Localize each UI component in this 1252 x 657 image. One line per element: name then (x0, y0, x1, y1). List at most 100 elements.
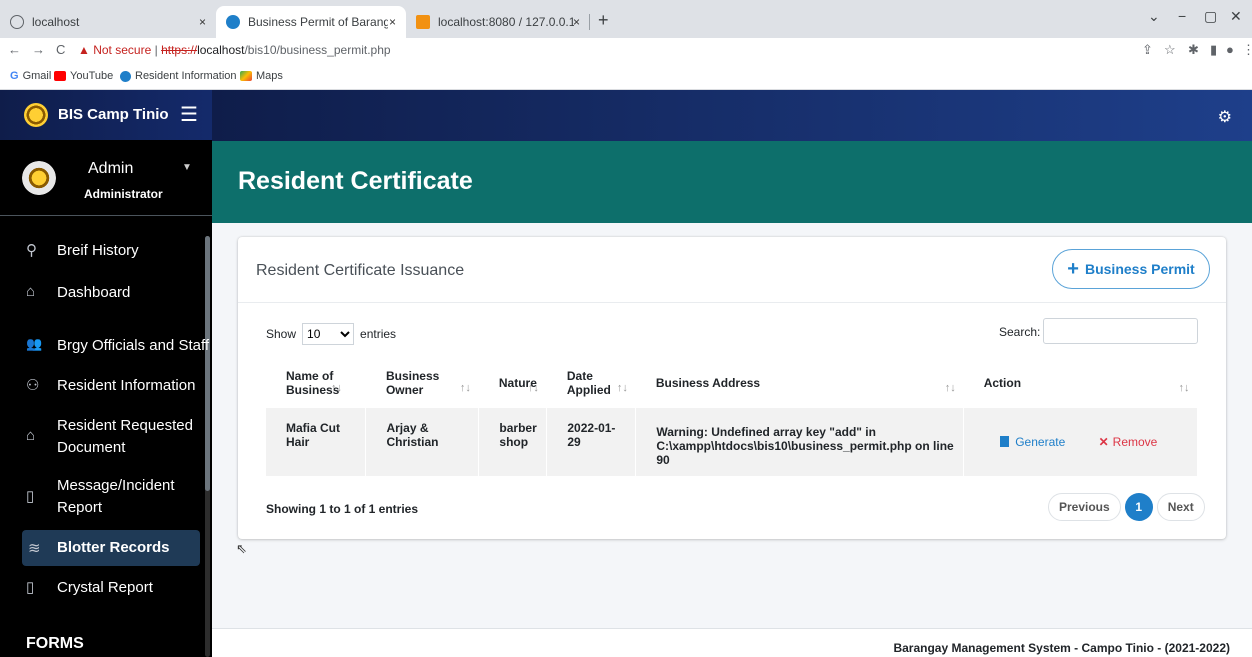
remove-button[interactable]: ✕ Remove (1099, 435, 1158, 449)
site-icon (226, 15, 240, 29)
pagination: Previous 1 Next (1048, 493, 1205, 521)
page-header: Resident Certificate (212, 141, 1252, 223)
file-icon (1000, 436, 1010, 447)
tab-title: Business Permit of Barangay Cam (248, 15, 388, 29)
youtube-icon (54, 71, 66, 81)
sort-icon: ↑↓ (527, 382, 539, 394)
file-icon: ▯ (26, 488, 35, 505)
sidebar-item-crystal-report[interactable]: ▯ Crystal Report (0, 577, 206, 601)
previous-page-button[interactable]: Previous (1048, 493, 1121, 521)
minimize-icon[interactable]: − (1178, 8, 1186, 24)
table-row: Mafia Cut Hair Arjay & Christian barber … (266, 408, 1198, 476)
barangay-logo-icon (24, 103, 48, 127)
bookmark-resident-information[interactable]: Resident Information (120, 70, 237, 82)
back-icon[interactable]: ← (8, 42, 21, 57)
user-role: Administrator (84, 187, 163, 201)
mouse-cursor-icon: ⇖ (236, 541, 247, 556)
next-page-button[interactable]: Next (1156, 493, 1205, 521)
sort-icon: ↑↓ (616, 382, 628, 394)
gear-icon[interactable]: ⚙ (1218, 107, 1232, 127)
user-panel[interactable]: Admin Administrator ▼ (0, 140, 212, 216)
bookmark-gmail[interactable]: G Gmail (10, 70, 51, 82)
close-icon[interactable]: × (573, 15, 580, 29)
site-icon (120, 70, 131, 82)
browser-tab-localhost[interactable]: localhost × (0, 6, 216, 38)
column-header-date[interactable]: Date Applied ↑↓ (547, 358, 636, 408)
home-icon: ⌂ (26, 427, 36, 444)
search-input[interactable] (1043, 318, 1198, 344)
column-header-nature[interactable]: Nature ↑↓ (479, 358, 547, 408)
column-header-address[interactable]: Business Address ↑↓ (636, 358, 964, 408)
forward-icon[interactable]: → (32, 42, 45, 57)
tab-title: localhost:8080 / 127.0.0.1 / web / (438, 15, 574, 29)
table-info: Showing 1 to 1 of 1 entries (266, 502, 419, 516)
url-field[interactable]: ▲ Not secure | https://localhost/bis10/b… (78, 43, 391, 57)
bookmark-maps[interactable]: Maps (240, 70, 283, 82)
chevron-down-icon[interactable]: ⌄ (1148, 8, 1160, 25)
brand[interactable]: BIS Camp Tinio ☰ (0, 90, 212, 140)
sidebar-item-message-incident-report[interactable]: ▯ Message/Incident Report (0, 475, 206, 519)
phpmyadmin-icon (416, 15, 430, 29)
business-permit-table: Name of Business ↑↓ Business Owner ↑↓ Natu… (266, 358, 1198, 476)
extensions-icon[interactable]: ✱ (1188, 42, 1199, 58)
users-icon: 👥 (26, 336, 43, 351)
browser-tab-phpmyadmin[interactable]: localhost:8080 / 127.0.0.1 / web / × (406, 6, 590, 38)
bookmark-youtube[interactable]: YouTube (54, 70, 113, 82)
sidebar-item-breif-history[interactable]: ⚲ Breif History (0, 240, 206, 264)
add-business-permit-button[interactable]: + Business Permit (1052, 249, 1210, 289)
sort-icon: ↑↓ (944, 382, 956, 394)
cell-action: Generate ✕ Remove (963, 408, 1198, 476)
sort-icon: ↑↓ (459, 382, 471, 394)
sidepanel-icon[interactable]: ▮ (1210, 42, 1217, 58)
search-label: Search: (999, 325, 1041, 339)
entries-select[interactable]: 10 (302, 323, 355, 345)
cell-name: Mafia Cut Hair (266, 408, 367, 476)
layers-icon: ≋ (28, 540, 41, 557)
cell-date: 2022-01-29 (546, 408, 637, 476)
address-bar: ← → C ▲ Not secure | https://localhost/b… (0, 38, 1252, 62)
brand-name: BIS Camp Tinio (58, 106, 169, 123)
column-header-name[interactable]: Name of Business ↑↓ (266, 358, 366, 408)
hamburger-menu-icon[interactable]: ☰ (180, 102, 198, 127)
sidebar-item-resident-requested-document[interactable]: ⌂ Resident Requested Document (0, 415, 206, 459)
reload-icon[interactable]: C (56, 42, 65, 57)
cell-address: Warning: Undefined array key "add" in C:… (635, 408, 965, 476)
sidebar-item-blotter-records[interactable]: ≋ Blotter Records (22, 530, 200, 566)
new-tab-button[interactable]: + (598, 10, 609, 31)
sort-icon: ↑↓ (1178, 382, 1190, 394)
maximize-icon[interactable]: ▢ (1204, 8, 1217, 25)
plus-icon: + (1067, 257, 1079, 280)
sidebar-item-brgy-officials[interactable]: 👥 Brgy Officials and Staff (0, 335, 209, 359)
profile-icon[interactable]: ● (1226, 42, 1234, 57)
footer: Barangay Management System - Campo Tinio… (212, 628, 1252, 657)
user-name: Admin (88, 160, 134, 177)
sidebar: BIS Camp Tinio ☰ Admin Administrator ▼ ⚲… (0, 90, 212, 657)
certificate-card: Resident Certificate Issuance + Business… (238, 237, 1226, 539)
generate-button[interactable]: Generate (1000, 435, 1065, 449)
cell-nature: barber shop (478, 408, 548, 476)
browser-tab-bar: localhost × Business Permit of Barangay … (0, 0, 1252, 38)
maps-icon (240, 71, 252, 81)
bookmarks-bar: G Gmail YouTube Resident Information Map… (0, 62, 1252, 90)
sidebar-item-dashboard[interactable]: ⌂ Dashboard (0, 282, 206, 306)
page-title: Resident Certificate (238, 167, 473, 195)
star-icon[interactable]: ☆ (1164, 42, 1176, 58)
close-icon[interactable]: × (389, 15, 396, 29)
user-search-icon: ⚇ (26, 377, 40, 394)
caret-down-icon[interactable]: ▼ (182, 162, 192, 173)
section-forms-heading: FORMS (26, 635, 84, 652)
sidebar-item-resident-information[interactable]: ⚇ Resident Information (0, 375, 206, 399)
table-header-row: Name of Business ↑↓ Business Owner ↑↓ Natu… (266, 358, 1198, 408)
cell-owner: Arjay & Christian (365, 408, 480, 476)
share-icon[interactable]: ⇪ (1142, 42, 1153, 58)
card-header: Resident Certificate Issuance + Business… (238, 237, 1226, 303)
page-1-button[interactable]: 1 (1124, 493, 1153, 521)
card-title: Resident Certificate Issuance (256, 262, 465, 279)
browser-tab-business-permit[interactable]: Business Permit of Barangay Cam × (216, 6, 406, 38)
kebab-menu-icon[interactable]: ⋮ (1242, 42, 1252, 58)
not-secure-warning[interactable]: ▲ Not secure (78, 43, 151, 57)
window-close-icon[interactable]: ✕ (1230, 8, 1242, 25)
column-header-action[interactable]: Action ↑↓ (964, 358, 1198, 408)
column-header-owner[interactable]: Business Owner ↑↓ (366, 358, 479, 408)
close-icon[interactable]: × (199, 15, 206, 29)
